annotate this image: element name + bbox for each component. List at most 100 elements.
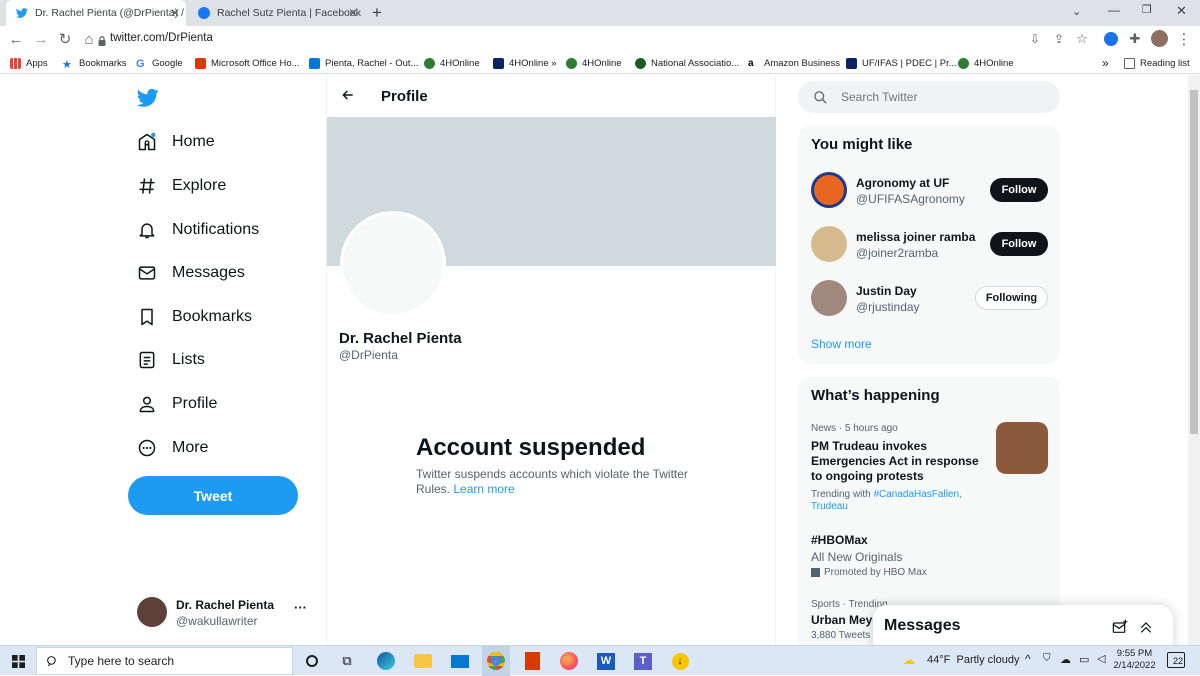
office-app-icon[interactable]	[518, 646, 546, 676]
bookmark-apps[interactable]: Apps	[10, 52, 48, 74]
bookmark-4honline-4[interactable]: 4HOnline	[958, 52, 1014, 74]
network-icon[interactable]: ▭	[1079, 653, 1089, 666]
user-name[interactable]: melissa joiner ramba	[856, 230, 975, 244]
bookmark-bookmarks[interactable]: ★ Bookmarks	[62, 52, 127, 74]
close-tab-icon[interactable]: ✕	[348, 6, 358, 20]
learn-more-link[interactable]: Learn more	[453, 482, 514, 496]
mail-icon[interactable]	[446, 646, 474, 676]
onedrive-icon[interactable]: ☁	[1060, 653, 1071, 666]
bookmark-google[interactable]: G Google	[136, 52, 183, 74]
cortana-icon[interactable]	[298, 646, 326, 676]
task-view-icon[interactable]: ⧉	[333, 646, 361, 676]
follow-button[interactable]: Follow	[990, 232, 1048, 256]
avatar[interactable]	[811, 280, 847, 316]
sidebar-item-more[interactable]: More	[137, 431, 208, 465]
extensions-puzzle-icon[interactable]: ✚	[1125, 26, 1145, 52]
trend-item[interactable]: News · 5 hours ago PM Trudeau invokes Em…	[798, 419, 1060, 519]
tab-facebook[interactable]: Rachel Sutz Pienta | Facebook ✕	[188, 0, 364, 26]
avatar[interactable]	[811, 226, 847, 262]
sidebar-item-messages[interactable]: Messages	[137, 256, 245, 290]
more-dots-icon[interactable]: ···	[294, 600, 307, 615]
follow-button[interactable]: Follow	[990, 178, 1048, 202]
user-name[interactable]: Justin Day	[856, 284, 917, 298]
bookmark-outlook[interactable]: Pienta, Rachel - Out...	[309, 52, 418, 74]
bookmark-star-icon[interactable]: ☆	[1072, 26, 1092, 52]
back-arrow-icon[interactable]	[341, 88, 355, 106]
home-page-icon[interactable]: ⌂	[79, 26, 99, 52]
sidebar-item-explore[interactable]: Explore	[137, 169, 226, 203]
sidebar-item-home[interactable]: Home	[137, 125, 215, 159]
sidebar-item-notifications[interactable]: Notifications	[137, 213, 259, 247]
new-message-icon[interactable]	[1112, 619, 1128, 635]
bookmark-uf-ifas[interactable]: UF/IFAS | PDEC | Pr...	[846, 52, 957, 74]
taskbar-search[interactable]: Type here to search	[36, 647, 293, 675]
bookmark-4honline-3[interactable]: 4HOnline	[566, 52, 622, 74]
firefox-icon[interactable]	[555, 646, 583, 676]
bookmark-4honline-2[interactable]: 4HOnline »	[493, 52, 557, 74]
volume-icon[interactable]: ◁	[1097, 652, 1105, 665]
download-app-icon[interactable]: ↓	[666, 646, 694, 676]
search-box[interactable]	[798, 81, 1060, 113]
close-tab-icon[interactable]: ✕	[170, 6, 180, 20]
profile-avatar-icon[interactable]	[1151, 30, 1168, 47]
user-handle: @UFIFASAgronomy	[856, 192, 965, 206]
file-explorer-icon[interactable]	[409, 646, 437, 676]
reload-icon[interactable]: ↻	[55, 26, 75, 52]
sidebar-item-profile[interactable]: Profile	[137, 387, 217, 421]
following-button[interactable]: Following	[975, 286, 1048, 310]
search-input[interactable]	[841, 90, 1021, 104]
reading-list[interactable]: Reading list	[1124, 52, 1190, 74]
notifications-icon[interactable]: 22	[1167, 652, 1185, 668]
minimize-icon[interactable]: —	[1108, 3, 1120, 17]
new-tab-button[interactable]: +	[372, 3, 382, 23]
install-icon[interactable]: ⇩	[1025, 26, 1045, 52]
extension-icon[interactable]	[1104, 32, 1118, 46]
bookmark-label: Google	[152, 57, 183, 69]
clover-icon	[566, 57, 577, 69]
tweet-button[interactable]: Tweet	[128, 476, 298, 515]
clock[interactable]: 9:55 PM 2/14/2022	[1112, 648, 1157, 672]
windows-start-icon[interactable]	[4, 646, 32, 676]
forward-arrow-icon[interactable]: →	[31, 26, 51, 52]
twitter-logo-icon[interactable]	[136, 88, 159, 108]
bookmark-amazon-business[interactable]: a Amazon Business	[748, 52, 840, 74]
trending-topic-link[interactable]: Trudeau	[811, 501, 848, 512]
expand-chevron-icon[interactable]	[1138, 619, 1154, 635]
facebook-icon	[198, 7, 210, 19]
user-name[interactable]: Agronomy at UF	[856, 176, 949, 190]
more-bookmarks-chevron-icon[interactable]: »	[1102, 52, 1109, 74]
trending-hashtag-link[interactable]: #CanadaHasFallen,	[873, 489, 961, 500]
reading-list-label: Reading list	[1140, 57, 1190, 69]
show-more-link[interactable]: Show more	[811, 337, 872, 351]
scrollbar-thumb[interactable]	[1190, 90, 1198, 434]
back-arrow-icon[interactable]: ←	[6, 26, 26, 52]
restore-icon[interactable]: ❐	[1142, 3, 1152, 16]
lock-icon[interactable]	[98, 33, 106, 46]
messages-drawer[interactable]: Messages	[873, 605, 1173, 645]
teams-icon[interactable]: T	[629, 646, 657, 676]
security-tray-icon[interactable]: ⛉	[1043, 653, 1051, 664]
tab-twitter-profile[interactable]: Dr. Rachel Pienta (@DrPienta) / T ✕	[6, 0, 186, 26]
tray-chevron-icon[interactable]: ^	[1025, 652, 1031, 666]
avatar[interactable]	[811, 172, 847, 208]
trend-count: 3,880 Tweets	[811, 630, 871, 641]
sidebar-item-lists[interactable]: Lists	[137, 343, 205, 377]
address-bar[interactable]: twitter.com/DrPienta	[110, 32, 213, 44]
weather-icon[interactable]: ☁	[903, 653, 915, 667]
chrome-menu-icon[interactable]: ⋮	[1174, 26, 1194, 52]
account-switcher[interactable]: Dr. Rachel Pienta @wakullawriter ···	[137, 596, 317, 630]
edge-icon[interactable]	[372, 646, 400, 676]
trend-item[interactable]: #HBOMax All New Originals Promoted by HB…	[798, 529, 1060, 585]
share-icon[interactable]: ⇪	[1049, 26, 1069, 52]
tab-search-icon[interactable]: ⌄	[1072, 5, 1081, 18]
chrome-icon[interactable]	[482, 646, 510, 676]
bookmark-office[interactable]: Microsoft Office Ho...	[195, 52, 300, 74]
sidebar-item-bookmarks[interactable]: Bookmarks	[137, 300, 252, 334]
amazon-icon: a	[748, 57, 754, 69]
trend-meta: News · 5 hours ago	[811, 423, 898, 434]
weather-widget[interactable]: 44°F Partly cloudy	[927, 654, 1019, 666]
word-icon[interactable]: W	[592, 646, 620, 676]
bookmark-national-association[interactable]: National Associatio...	[635, 52, 739, 74]
close-window-icon[interactable]: ✕	[1176, 3, 1187, 19]
bookmark-4honline-1[interactable]: 4HOnline	[424, 52, 480, 74]
